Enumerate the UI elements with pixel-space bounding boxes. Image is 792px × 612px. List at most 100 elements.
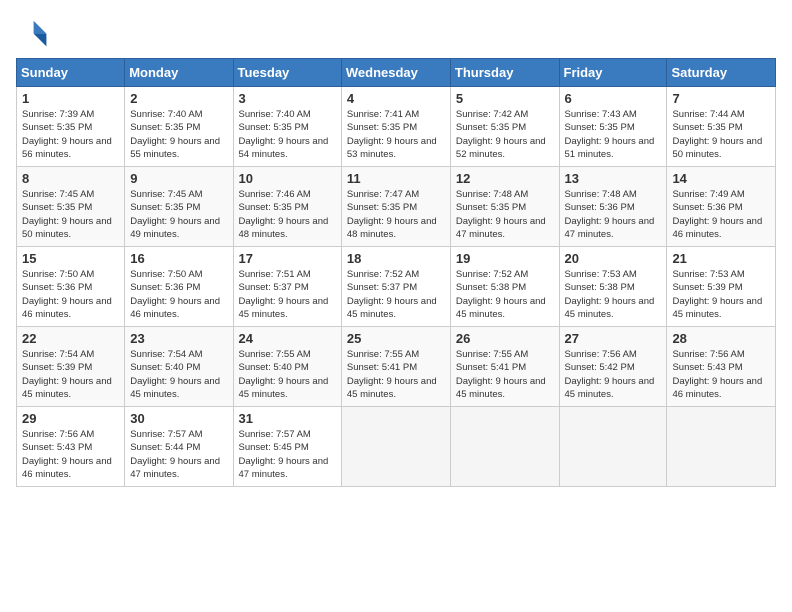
day-number: 16: [130, 251, 227, 266]
day-info: Sunrise: 7:39 AMSunset: 5:35 PMDaylight:…: [22, 108, 119, 161]
day-info: Sunrise: 7:52 AMSunset: 5:37 PMDaylight:…: [347, 268, 445, 321]
day-info: Sunrise: 7:57 AMSunset: 5:45 PMDaylight:…: [239, 428, 336, 481]
calendar-day-cell: 20Sunrise: 7:53 AMSunset: 5:38 PMDayligh…: [559, 247, 667, 327]
day-info: Sunrise: 7:44 AMSunset: 5:35 PMDaylight:…: [672, 108, 770, 161]
day-info: Sunrise: 7:56 AMSunset: 5:42 PMDaylight:…: [565, 348, 662, 401]
day-info: Sunrise: 7:53 AMSunset: 5:39 PMDaylight:…: [672, 268, 770, 321]
calendar-week-row: 22Sunrise: 7:54 AMSunset: 5:39 PMDayligh…: [17, 327, 776, 407]
calendar-day-cell: 17Sunrise: 7:51 AMSunset: 5:37 PMDayligh…: [233, 247, 341, 327]
calendar-day-cell: 30 Sunrise: 7:57 AMSunset: 5:44 PMDayligh…: [125, 407, 233, 487]
day-number: 28: [672, 331, 770, 346]
day-info: Sunrise: 7:45 AMSunset: 5:35 PMDaylight:…: [22, 188, 119, 241]
day-info: Sunrise: 7:40 AMSunset: 5:35 PMDaylight:…: [239, 108, 336, 161]
day-number: 17: [239, 251, 336, 266]
page-header: [16, 16, 776, 48]
day-number: 15: [22, 251, 119, 266]
calendar-day-cell: 24 Sunrise: 7:55 AMSunset: 5:40 PMDayligh…: [233, 327, 341, 407]
day-number: 8: [22, 171, 119, 186]
day-info: Sunrise: 7:46 AMSunset: 5:35 PMDaylight:…: [239, 188, 336, 241]
calendar-day-cell: 27Sunrise: 7:56 AMSunset: 5:42 PMDayligh…: [559, 327, 667, 407]
day-number: 31: [239, 411, 336, 426]
calendar-day-cell: 10 Sunrise: 7:46 AMSunset: 5:35 PMDayligh…: [233, 167, 341, 247]
day-number: 29: [22, 411, 119, 426]
calendar-day-cell: 18 Sunrise: 7:52 AMSunset: 5:37 PMDayligh…: [341, 247, 450, 327]
calendar-header-monday: Monday: [125, 59, 233, 87]
day-info: Sunrise: 7:52 AMSunset: 5:38 PMDaylight:…: [456, 268, 554, 321]
day-number: 14: [672, 171, 770, 186]
day-number: 13: [565, 171, 662, 186]
day-number: 10: [239, 171, 336, 186]
day-info: Sunrise: 7:54 AMSunset: 5:39 PMDaylight:…: [22, 348, 119, 401]
calendar-day-cell: 23 Sunrise: 7:54 AMSunset: 5:40 PMDayligh…: [125, 327, 233, 407]
calendar-day-cell: 15Sunrise: 7:50 AMSunset: 5:36 PMDayligh…: [17, 247, 125, 327]
calendar-header-sunday: Sunday: [17, 59, 125, 87]
day-number: 30: [130, 411, 227, 426]
calendar-day-cell: [667, 407, 776, 487]
day-number: 24: [239, 331, 336, 346]
calendar-day-cell: 28 Sunrise: 7:56 AMSunset: 5:43 PMDayligh…: [667, 327, 776, 407]
calendar-day-cell: 13 Sunrise: 7:48 AMSunset: 5:36 PMDayligh…: [559, 167, 667, 247]
calendar-day-cell: 11Sunrise: 7:47 AMSunset: 5:35 PMDayligh…: [341, 167, 450, 247]
day-info: Sunrise: 7:54 AMSunset: 5:40 PMDaylight:…: [130, 348, 227, 401]
day-info: Sunrise: 7:42 AMSunset: 5:35 PMDaylight:…: [456, 108, 554, 161]
day-info: Sunrise: 7:50 AMSunset: 5:36 PMDaylight:…: [130, 268, 227, 321]
day-number: 6: [565, 91, 662, 106]
day-info: Sunrise: 7:55 AMSunset: 5:40 PMDaylight:…: [239, 348, 336, 401]
logo-icon: [16, 16, 48, 48]
calendar-day-cell: 3 Sunrise: 7:40 AMSunset: 5:35 PMDaylight…: [233, 87, 341, 167]
calendar-day-cell: 5Sunrise: 7:42 AMSunset: 5:35 PMDaylight…: [450, 87, 559, 167]
day-info: Sunrise: 7:41 AMSunset: 5:35 PMDaylight:…: [347, 108, 445, 161]
day-number: 26: [456, 331, 554, 346]
day-number: 3: [239, 91, 336, 106]
day-info: Sunrise: 7:40 AMSunset: 5:35 PMDaylight:…: [130, 108, 227, 161]
day-number: 20: [565, 251, 662, 266]
day-number: 12: [456, 171, 554, 186]
calendar-day-cell: 12 Sunrise: 7:48 AMSunset: 5:35 PMDayligh…: [450, 167, 559, 247]
day-info: Sunrise: 7:45 AMSunset: 5:35 PMDaylight:…: [130, 188, 227, 241]
calendar-day-cell: [450, 407, 559, 487]
calendar-day-cell: 29 Sunrise: 7:56 AMSunset: 5:43 PMDayligh…: [17, 407, 125, 487]
day-number: 11: [347, 171, 445, 186]
calendar-day-cell: 6 Sunrise: 7:43 AMSunset: 5:35 PMDaylight…: [559, 87, 667, 167]
calendar-week-row: 15 Sunrise: 7:50 AMSunset: 5:36 PMDayligh…: [17, 247, 776, 327]
day-number: 19: [456, 251, 554, 266]
day-number: 9: [130, 171, 227, 186]
calendar-day-cell: 7 Sunrise: 7:44 AMSunset: 5:35 PMDaylight…: [667, 87, 776, 167]
day-info: Sunrise: 7:57 AMSunset: 5:44 PMDaylight:…: [130, 428, 227, 481]
day-number: 18: [347, 251, 445, 266]
calendar-table: SundayMondayTuesdayWednesdayThursdayFrid…: [16, 58, 776, 487]
day-info: Sunrise: 7:43 AMSunset: 5:35 PMDaylight:…: [565, 108, 662, 161]
logo: [16, 16, 52, 48]
calendar-header-wednesday: Wednesday: [341, 59, 450, 87]
day-number: 4: [347, 91, 445, 106]
calendar-day-cell: 2Sunrise: 7:40 AMSunset: 5:35 PMDaylight…: [125, 87, 233, 167]
day-number: 7: [672, 91, 770, 106]
calendar-header-tuesday: Tuesday: [233, 59, 341, 87]
calendar-day-cell: 8 Sunrise: 7:45 AMSunset: 5:35 PMDaylight…: [17, 167, 125, 247]
calendar-week-row: 29 Sunrise: 7:56 AMSunset: 5:43 PMDayligh…: [17, 407, 776, 487]
calendar-day-cell: 26 Sunrise: 7:55 AMSunset: 5:41 PMDayligh…: [450, 327, 559, 407]
calendar-day-cell: 4 Sunrise: 7:41 AMSunset: 5:35 PMDaylight…: [341, 87, 450, 167]
calendar-day-cell: 19 Sunrise: 7:52 AMSunset: 5:38 PMDayligh…: [450, 247, 559, 327]
calendar-header-thursday: Thursday: [450, 59, 559, 87]
calendar-day-cell: 9 Sunrise: 7:45 AMSunset: 5:35 PMDaylight…: [125, 167, 233, 247]
calendar-day-cell: 14Sunrise: 7:49 AMSunset: 5:36 PMDayligh…: [667, 167, 776, 247]
calendar-header-row: SundayMondayTuesdayWednesdayThursdayFrid…: [17, 59, 776, 87]
day-info: Sunrise: 7:55 AMSunset: 5:41 PMDaylight:…: [456, 348, 554, 401]
day-info: Sunrise: 7:56 AMSunset: 5:43 PMDaylight:…: [22, 428, 119, 481]
calendar-day-cell: 25Sunrise: 7:55 AMSunset: 5:41 PMDayligh…: [341, 327, 450, 407]
day-info: Sunrise: 7:48 AMSunset: 5:35 PMDaylight:…: [456, 188, 554, 241]
calendar-day-cell: 16 Sunrise: 7:50 AMSunset: 5:36 PMDayligh…: [125, 247, 233, 327]
calendar-day-cell: 22Sunrise: 7:54 AMSunset: 5:39 PMDayligh…: [17, 327, 125, 407]
calendar-day-cell: [341, 407, 450, 487]
calendar-day-cell: [559, 407, 667, 487]
day-number: 23: [130, 331, 227, 346]
calendar-header-saturday: Saturday: [667, 59, 776, 87]
day-info: Sunrise: 7:56 AMSunset: 5:43 PMDaylight:…: [672, 348, 770, 401]
calendar-day-cell: 31 Sunrise: 7:57 AMSunset: 5:45 PMDayligh…: [233, 407, 341, 487]
calendar-header-friday: Friday: [559, 59, 667, 87]
day-info: Sunrise: 7:55 AMSunset: 5:41 PMDaylight:…: [347, 348, 445, 401]
day-info: Sunrise: 7:48 AMSunset: 5:36 PMDaylight:…: [565, 188, 662, 241]
calendar-week-row: 1Sunrise: 7:39 AMSunset: 5:35 PMDaylight…: [17, 87, 776, 167]
calendar-day-cell: 1Sunrise: 7:39 AMSunset: 5:35 PMDaylight…: [17, 87, 125, 167]
